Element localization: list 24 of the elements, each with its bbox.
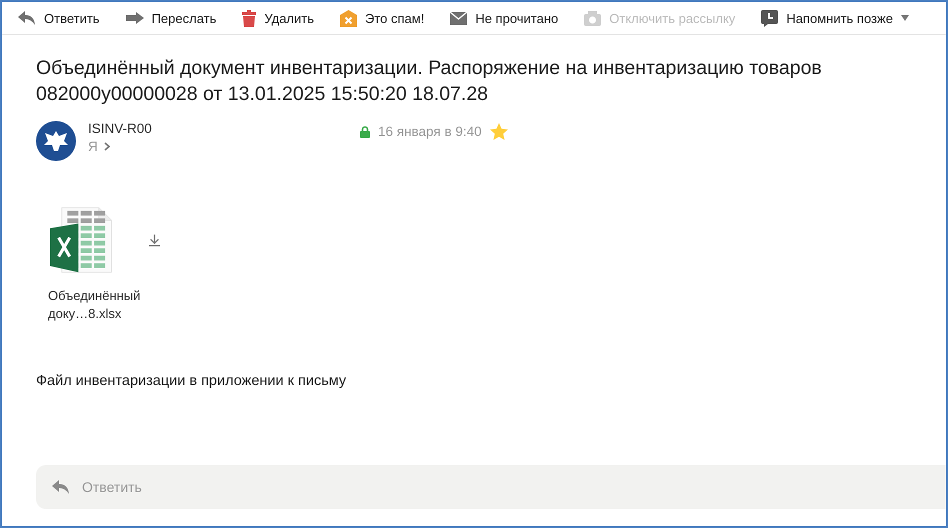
email-body: Файл инвентаризации в приложении к письму	[36, 373, 348, 389]
email-date: 16 января в 9:40	[378, 124, 482, 139]
trash-icon	[242, 10, 256, 26]
email-subject: Объединённый документ инвентаризации. Распоряжение на инвентаризацию товаров 082000у00000028 от 13.01.2025 15:50:20 18.07.28	[36, 56, 823, 107]
camera-icon	[584, 10, 602, 26]
spam-icon	[340, 10, 358, 26]
toolbar-button[interactable]: Не прочитано	[450, 10, 558, 26]
clock-icon	[761, 10, 778, 26]
toolbar-button[interactable]: Переслать	[126, 10, 216, 26]
toolbar-button[interactable]: Удалить	[242, 10, 314, 26]
forward-icon	[126, 12, 144, 24]
attachment-name[interactable]: Объединённый доку…8.xlsx	[48, 287, 148, 323]
download-icon[interactable]	[148, 233, 160, 248]
star-icon[interactable]	[490, 123, 508, 140]
envelope-icon	[450, 12, 468, 24]
reply-icon	[52, 480, 70, 494]
avatar-emblem-icon	[36, 121, 76, 161]
sender-name[interactable]: ISINV-R00	[88, 121, 348, 136]
quick-reply-field[interactable]: Ответить	[36, 465, 946, 509]
toolbar-button[interactable]: Это спам!	[340, 10, 424, 26]
chevron-icon	[104, 142, 110, 151]
reply-icon	[18, 11, 36, 25]
toolbar-button[interactable]: Напомнить позже	[761, 10, 909, 26]
toolbar-button[interactable]: Ответить	[18, 10, 100, 26]
